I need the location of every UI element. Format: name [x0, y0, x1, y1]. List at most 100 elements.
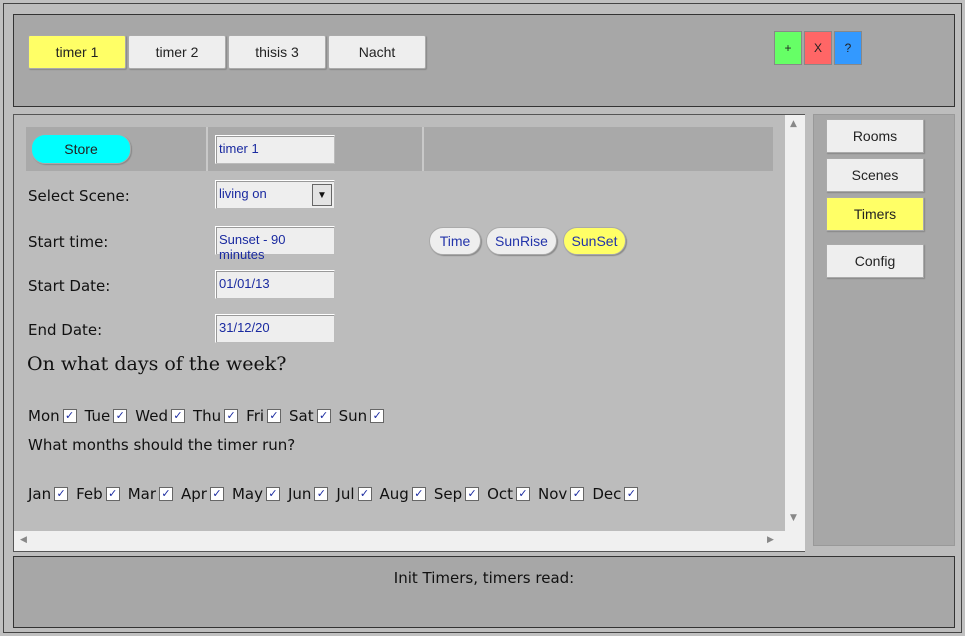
month-jun: Jun ✓ [287, 485, 329, 503]
month-checkbox-sep[interactable]: ✓ [465, 487, 480, 501]
start-date-input[interactable]: 01/01/13 [215, 270, 335, 299]
day-checkbox-fri[interactable]: ✓ [267, 409, 282, 423]
days-checkbox-row: Mon ✓ Tue ✓ Wed ✓ Thu ✓ Fri ✓ Sat ✓ Sun ✓ [28, 407, 392, 425]
header-divider [206, 127, 208, 171]
form-header-row [26, 127, 773, 171]
select-scene-label: Select Scene: [28, 187, 130, 205]
month-label: Jun [287, 485, 312, 503]
day-label: Wed [135, 407, 168, 425]
sidebar-item-scenes[interactable]: Scenes [826, 158, 924, 192]
month-sep: Sep ✓ [433, 485, 480, 503]
month-jan: Jan ✓ [28, 485, 69, 503]
end-date-input[interactable]: 31/12/20 [215, 314, 335, 343]
day-label: Fri [246, 407, 265, 425]
scroll-right-icon[interactable]: ▶ [767, 535, 774, 545]
day-checkbox-thu[interactable]: ✓ [224, 409, 239, 423]
store-button[interactable]: Store [31, 134, 131, 164]
month-label: Apr [181, 485, 207, 503]
sidebar-item-timers[interactable]: Timers [826, 197, 924, 231]
horizontal-scrollbar[interactable]: ◀ ▶ [14, 531, 785, 551]
month-label: Jan [28, 485, 52, 503]
month-label: Oct [487, 485, 514, 503]
month-checkbox-nov[interactable]: ✓ [570, 487, 585, 501]
add-timer-button[interactable]: + [774, 31, 802, 65]
month-label: Jul [336, 485, 355, 503]
tab-nacht[interactable]: Nacht [328, 35, 426, 69]
month-mar: Mar ✓ [128, 485, 173, 503]
month-checkbox-mar[interactable]: ✓ [159, 487, 173, 501]
month-checkbox-apr[interactable]: ✓ [209, 487, 224, 501]
month-checkbox-jul[interactable]: ✓ [357, 487, 372, 501]
delete-timer-button[interactable]: X [804, 31, 832, 65]
day-tue: Tue ✓ [85, 407, 128, 425]
end-date-label: End Date: [28, 321, 103, 339]
day-checkbox-wed[interactable]: ✓ [170, 409, 185, 423]
day-sat: Sat ✓ [289, 407, 331, 425]
month-may: May ✓ [232, 485, 280, 503]
month-checkbox-dec[interactable]: ✓ [624, 487, 639, 501]
month-label: Feb [76, 485, 103, 503]
timer-tabs-panel: timer 1 timer 2 thisis 3 Nacht + X ? [13, 14, 955, 107]
scene-select[interactable]: living on ▼ [215, 180, 335, 209]
status-text: Init Timers, timers read: [393, 569, 575, 587]
month-feb: Feb ✓ [76, 485, 120, 503]
month-label: Dec [592, 485, 622, 503]
scene-select-value: living on [219, 186, 267, 201]
vertical-scrollbar[interactable]: ▲ ▼ [785, 115, 805, 531]
start-time-input[interactable]: Sunset - 90 minutes [215, 226, 335, 262]
day-label: Sat [289, 407, 314, 425]
months-heading: What months should the timer run? [28, 436, 296, 454]
month-checkbox-jan[interactable]: ✓ [54, 487, 69, 501]
day-label: Thu [192, 407, 222, 425]
month-checkbox-jun[interactable]: ✓ [314, 487, 329, 501]
day-thu: Thu ✓ [192, 407, 239, 425]
month-label: May [231, 485, 263, 503]
month-label: Mar [127, 485, 156, 503]
day-mon: Mon ✓ [28, 407, 77, 425]
header-divider [422, 127, 424, 171]
month-label: Sep [433, 485, 463, 503]
day-sun: Sun ✓ [339, 407, 385, 425]
month-label: Nov [538, 485, 568, 503]
month-checkbox-aug[interactable]: ✓ [411, 487, 426, 501]
month-label: Aug [379, 485, 409, 503]
month-jul: Jul ✓ [336, 485, 372, 503]
month-dec: Dec ✓ [592, 485, 639, 503]
start-time-label: Start time: [28, 233, 109, 251]
time-mode-sunrise-button[interactable]: SunRise [486, 227, 557, 255]
day-checkbox-sat[interactable]: ✓ [316, 409, 331, 423]
time-mode-time-button[interactable]: Time [429, 227, 481, 255]
month-oct: Oct ✓ [487, 485, 531, 503]
days-heading: On what days of the week? [27, 353, 287, 375]
sidebar-item-rooms[interactable]: Rooms [826, 119, 924, 153]
scrollbar-corner [785, 531, 805, 551]
start-date-label: Start Date: [28, 277, 111, 295]
day-checkbox-sun[interactable]: ✓ [370, 409, 385, 423]
months-checkbox-row: Jan ✓ Feb ✓ Mar ✓ Apr ✓ May ✓ Jun ✓ Jul ✓ Aug ✓ … [28, 485, 646, 503]
month-checkbox-may[interactable]: ✓ [265, 487, 280, 501]
month-checkbox-feb[interactable]: ✓ [105, 487, 120, 501]
day-checkbox-mon[interactable]: ✓ [62, 409, 77, 423]
month-nov: Nov ✓ [538, 485, 585, 503]
scroll-left-icon[interactable]: ◀ [20, 535, 27, 545]
help-button[interactable]: ? [834, 31, 862, 65]
day-checkbox-tue[interactable]: ✓ [113, 409, 128, 423]
time-mode-sunset-button[interactable]: SunSet [563, 227, 626, 255]
sidebar: Rooms Scenes Timers Config [813, 114, 955, 546]
month-aug: Aug ✓ [380, 485, 426, 503]
timer-name-input[interactable]: timer 1 [215, 135, 335, 164]
scroll-down-icon[interactable]: ▼ [790, 513, 797, 523]
sidebar-item-config[interactable]: Config [826, 244, 924, 278]
tab-timer-2[interactable]: timer 2 [128, 35, 226, 69]
tab-timer-1[interactable]: timer 1 [28, 35, 126, 69]
month-apr: Apr ✓ [181, 485, 224, 503]
day-fri: Fri ✓ [246, 407, 282, 425]
day-label: Sun [338, 407, 368, 425]
day-wed: Wed ✓ [135, 407, 185, 425]
tab-thisis-3[interactable]: thisis 3 [228, 35, 326, 69]
timer-form-panel: Store timer 1 Select Scene: living on ▼ … [13, 114, 805, 552]
month-checkbox-oct[interactable]: ✓ [516, 487, 531, 501]
scroll-up-icon[interactable]: ▲ [790, 119, 797, 129]
chevron-down-icon[interactable]: ▼ [312, 184, 332, 206]
day-label: Tue [84, 407, 111, 425]
